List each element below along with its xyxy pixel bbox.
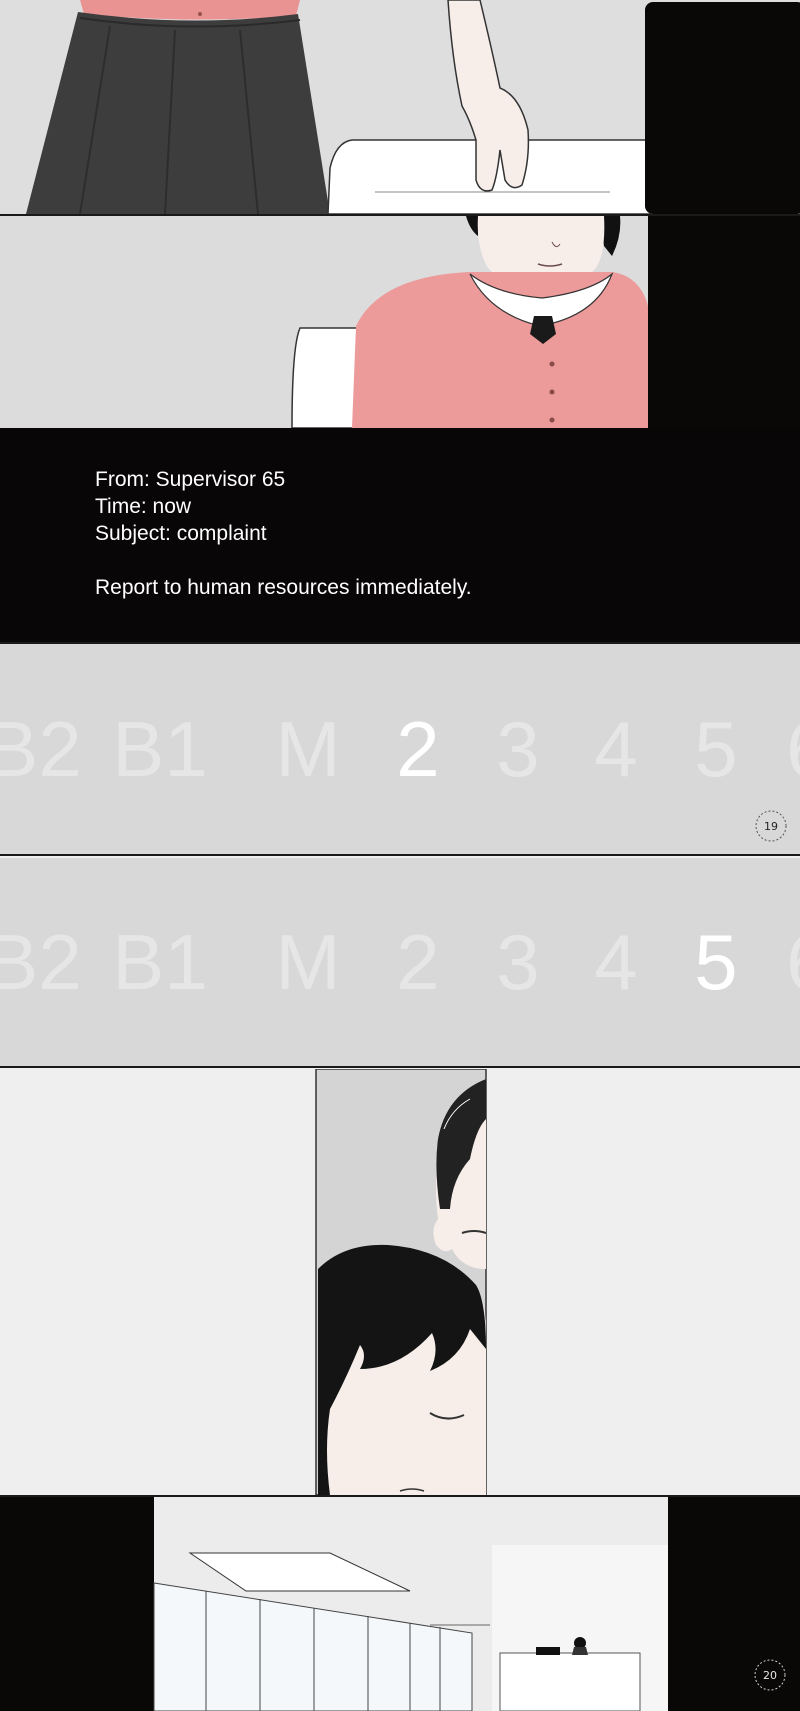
message-time: Time: now: [95, 495, 192, 518]
message-from: From: Supervisor 65: [95, 468, 286, 491]
floor-label: 6: [786, 917, 800, 1007]
floor-strip-b: B2 B1 M 2 3 4 5 6: [0, 917, 800, 1007]
floor-label: M: [275, 705, 341, 793]
panel-floor-indicator-b: B2 B1 M 2 3 4 5 6: [0, 858, 800, 1066]
panel-floor-indicator-a: B2 B1 M 2 3 4 5 6 19: [0, 644, 800, 854]
panel-woman-seated: [0, 216, 800, 428]
floor-label: B2: [0, 705, 82, 793]
floor-label-active: 2: [396, 705, 440, 793]
floor-label: 4: [594, 918, 638, 1006]
floor-label-active: 5: [694, 918, 738, 1006]
floor-label: B1: [112, 705, 208, 793]
panel-skirt-hand: [0, 0, 800, 214]
panel-elevator-heads: [0, 1069, 800, 1495]
illustration-corridor: [0, 1497, 800, 1711]
panel-divider: [0, 1066, 800, 1068]
page-number-stamp: 19: [753, 808, 789, 844]
page-number: 20: [763, 1668, 777, 1682]
illustration-woman-cardigan: [0, 216, 800, 428]
message-subject: Subject: complaint: [95, 522, 267, 545]
floor-label: 3: [496, 705, 540, 793]
floor-label: B1: [112, 918, 208, 1006]
panel-divider: [0, 854, 800, 856]
illustration-two-heads: [0, 1069, 800, 1495]
panel-corridor: 20: [0, 1497, 800, 1711]
floor-label: M: [275, 918, 341, 1006]
message-block: From: Supervisor 65 Time: now Subject: c…: [95, 466, 472, 601]
floor-label: 4: [594, 705, 638, 793]
floor-label: 5: [694, 705, 738, 793]
page-number-stamp: 20: [752, 1657, 788, 1693]
panel-message: From: Supervisor 65 Time: now Subject: c…: [0, 428, 800, 642]
page-number: 19: [764, 819, 778, 833]
floor-strip-a: B2 B1 M 2 3 4 5 6: [0, 704, 800, 794]
floor-label: 6: [786, 704, 800, 794]
illustration-skirt-hand: [0, 0, 800, 214]
floor-label: B2: [0, 918, 82, 1006]
floor-label: 3: [496, 918, 540, 1006]
floor-label: 2: [396, 918, 440, 1006]
message-body: Report to human resources immediately.: [95, 576, 472, 599]
